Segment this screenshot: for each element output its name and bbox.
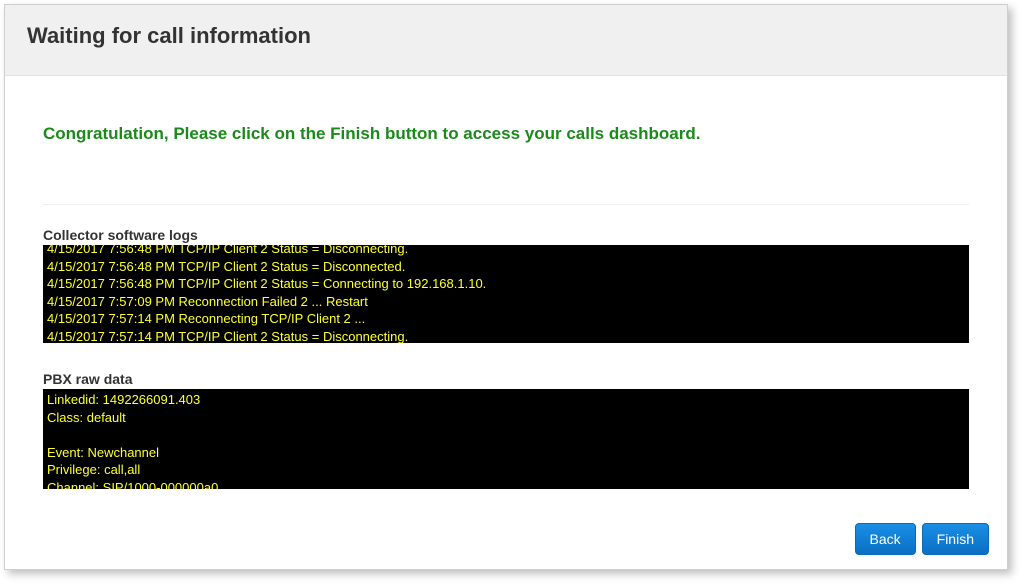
divider bbox=[43, 204, 969, 205]
raw-line: Linkedid: 1492266091.403 bbox=[47, 391, 965, 409]
log-line: 4/15/2017 7:56:48 PM TCP/IP Client 2 Sta… bbox=[47, 258, 965, 276]
finish-button[interactable]: Finish bbox=[922, 523, 989, 555]
raw-line: Class: default bbox=[47, 409, 965, 427]
footer: Back Finish bbox=[5, 511, 1007, 569]
header-bar: Waiting for call information bbox=[5, 5, 1007, 76]
back-button[interactable]: Back bbox=[855, 523, 916, 555]
body-scroll-area[interactable]: Congratulation, Please click on the Fini… bbox=[5, 76, 1007, 511]
collector-logs-terminal[interactable]: 4/15/2017 7:56:48 PM TCP/IP Client 2 Sta… bbox=[43, 245, 969, 343]
page-title: Waiting for call information bbox=[27, 23, 985, 49]
log-line: 4/15/2017 7:56:48 PM TCP/IP Client 2 Sta… bbox=[47, 245, 965, 258]
wizard-window: Waiting for call information Congratulat… bbox=[4, 4, 1008, 570]
log-line: 4/15/2017 7:57:14 PM Reconnecting TCP/IP… bbox=[47, 310, 965, 328]
raw-line: Channel: SIP/1000-000000a0 bbox=[47, 479, 965, 489]
pbx-raw-label: PBX raw data bbox=[43, 371, 969, 387]
log-line: 4/15/2017 7:57:14 PM TCP/IP Client 2 Sta… bbox=[47, 328, 965, 343]
collector-logs-label: Collector software logs bbox=[43, 227, 969, 243]
pbx-raw-terminal[interactable]: Linkedid: 1492266091.403Class: default Ev… bbox=[43, 389, 969, 489]
log-line: 4/15/2017 7:57:09 PM Reconnection Failed… bbox=[47, 293, 965, 311]
congratulation-message: Congratulation, Please click on the Fini… bbox=[43, 124, 969, 144]
raw-line: Event: Newchannel bbox=[47, 444, 965, 462]
log-line: 4/15/2017 7:56:48 PM TCP/IP Client 2 Sta… bbox=[47, 275, 965, 293]
raw-line bbox=[47, 426, 965, 444]
body-inner: Congratulation, Please click on the Fini… bbox=[5, 76, 1007, 499]
raw-line: Privilege: call,all bbox=[47, 461, 965, 479]
